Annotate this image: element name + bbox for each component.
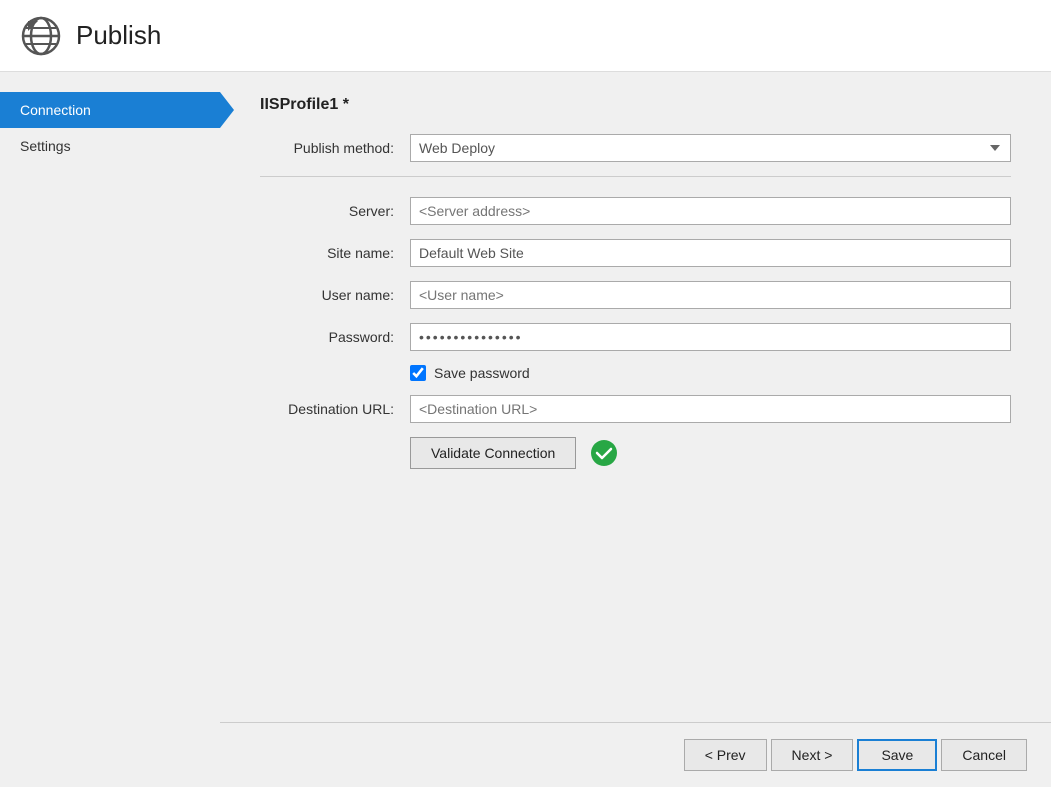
publish-method-select[interactable]: Web Deploy Web Deploy Package FTP File S… xyxy=(410,134,1011,162)
save-button[interactable]: Save xyxy=(857,739,937,771)
server-label: Server: xyxy=(260,203,410,219)
publish-method-label: Publish method: xyxy=(260,140,410,156)
password-row: Password: xyxy=(260,323,1011,351)
destination-url-row: Destination URL: xyxy=(260,395,1011,423)
server-input[interactable] xyxy=(410,197,1011,225)
connection-form: Publish method: Web Deploy Web Deploy Pa… xyxy=(260,134,1011,469)
destination-url-input[interactable] xyxy=(410,395,1011,423)
password-input[interactable] xyxy=(410,323,1011,351)
cancel-button[interactable]: Cancel xyxy=(941,739,1027,771)
prev-button[interactable]: < Prev xyxy=(684,739,767,771)
validate-connection-button[interactable]: Validate Connection xyxy=(410,437,576,469)
save-password-row: Save password xyxy=(410,365,1011,381)
site-name-row: Site name: xyxy=(260,239,1011,267)
validate-row: Validate Connection xyxy=(410,437,1011,469)
user-name-input[interactable] xyxy=(410,281,1011,309)
footer: < Prev Next > Save Cancel xyxy=(220,722,1051,787)
page-title: Publish xyxy=(76,20,161,51)
save-password-label[interactable]: Save password xyxy=(434,365,530,381)
next-button[interactable]: Next > xyxy=(771,739,854,771)
site-name-input[interactable] xyxy=(410,239,1011,267)
publish-method-row: Publish method: Web Deploy Web Deploy Pa… xyxy=(260,134,1011,162)
server-row: Server: xyxy=(260,197,1011,225)
user-name-label: User name: xyxy=(260,287,410,303)
header: Publish xyxy=(0,0,1051,72)
sidebar-item-connection[interactable]: Connection xyxy=(0,92,220,128)
sidebar-item-settings[interactable]: Settings xyxy=(0,128,220,164)
profile-title: IISProfile1 * xyxy=(260,96,1011,114)
globe-icon xyxy=(20,15,62,57)
divider xyxy=(260,176,1011,177)
save-password-checkbox[interactable] xyxy=(410,365,426,381)
content-area: IISProfile1 * Publish method: Web Deploy… xyxy=(220,72,1051,787)
user-name-row: User name: xyxy=(260,281,1011,309)
destination-url-label: Destination URL: xyxy=(260,401,410,417)
password-label: Password: xyxy=(260,329,410,345)
connection-success-icon xyxy=(590,439,618,467)
site-name-label: Site name: xyxy=(260,245,410,261)
main-container: Connection Settings IISProfile1 * Publis… xyxy=(0,72,1051,787)
sidebar: Connection Settings xyxy=(0,72,220,787)
